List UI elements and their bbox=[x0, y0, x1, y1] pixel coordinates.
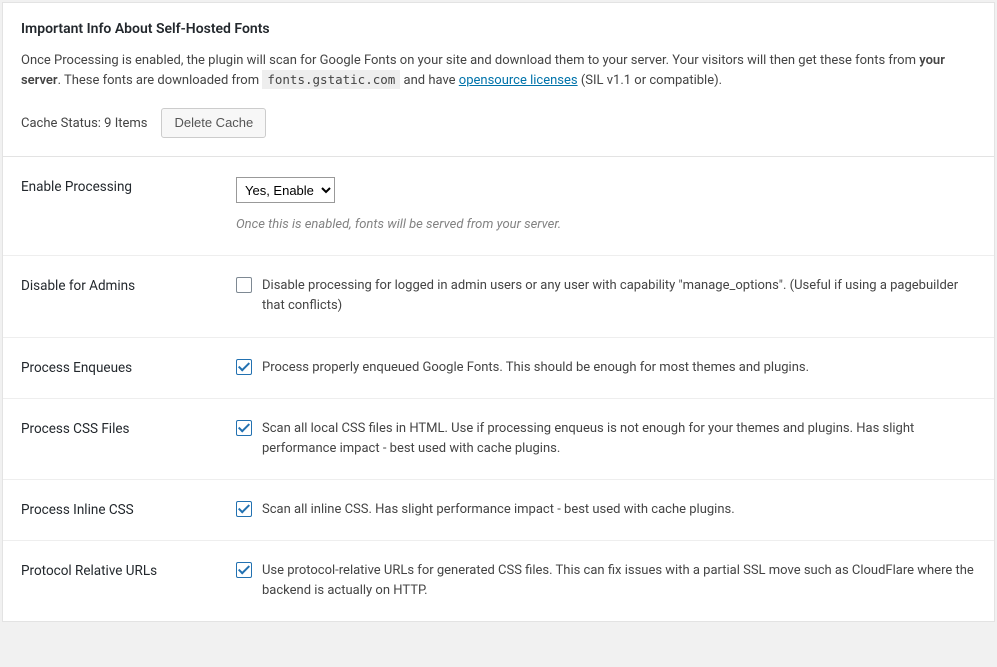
process-enqueues-checkbox[interactable] bbox=[236, 359, 252, 375]
disable-admins-checkbox[interactable] bbox=[236, 277, 252, 293]
label-process-enqueues: Process Enqueues bbox=[21, 358, 236, 376]
settings-panel: Important Info About Self-Hosted Fonts O… bbox=[2, 2, 995, 622]
settings-list: Enable Processing Yes, Enable Once this … bbox=[3, 157, 994, 621]
process-enqueues-desc: Process properly enqueued Google Fonts. … bbox=[262, 358, 976, 378]
label-enable-processing: Enable Processing bbox=[21, 177, 236, 195]
enable-processing-select[interactable]: Yes, Enable bbox=[236, 177, 335, 203]
process-css-files-checkbox[interactable] bbox=[236, 420, 252, 436]
process-inline-css-desc: Scan all inline CSS. Has slight performa… bbox=[262, 500, 976, 520]
enable-processing-helper: Once this is enabled, fonts will be serv… bbox=[236, 215, 976, 235]
process-css-files-desc: Scan all local CSS files in HTML. Use if… bbox=[262, 419, 976, 459]
opensource-licenses-link[interactable]: opensource licenses bbox=[459, 73, 578, 88]
label-disable-admins: Disable for Admins bbox=[21, 276, 236, 294]
cache-status: Cache Status: 9 Items bbox=[21, 116, 147, 131]
row-disable-admins: Disable for Admins Disable processing fo… bbox=[3, 256, 994, 337]
protocol-relative-checkbox[interactable] bbox=[236, 562, 252, 578]
info-title: Important Info About Self-Hosted Fonts bbox=[21, 21, 976, 37]
row-enable-processing: Enable Processing Yes, Enable Once this … bbox=[3, 157, 994, 256]
label-process-inline-css: Process Inline CSS bbox=[21, 500, 236, 518]
info-box: Important Info About Self-Hosted Fonts O… bbox=[3, 3, 994, 157]
row-protocol-relative: Protocol Relative URLs Use protocol-rela… bbox=[3, 541, 994, 621]
protocol-relative-desc: Use protocol-relative URLs for generated… bbox=[262, 561, 976, 601]
process-inline-css-checkbox[interactable] bbox=[236, 501, 252, 517]
delete-cache-button[interactable]: Delete Cache bbox=[161, 108, 266, 138]
code-domain: fonts.gstatic.com bbox=[262, 70, 400, 89]
row-process-css-files: Process CSS Files Scan all local CSS fil… bbox=[3, 399, 994, 480]
info-description: Once Processing is enabled, the plugin w… bbox=[21, 51, 976, 90]
disable-admins-desc: Disable processing for logged in admin u… bbox=[262, 276, 976, 316]
label-process-css-files: Process CSS Files bbox=[21, 419, 236, 437]
row-process-inline-css: Process Inline CSS Scan all inline CSS. … bbox=[3, 480, 994, 541]
row-process-enqueues: Process Enqueues Process properly enqueu… bbox=[3, 338, 994, 399]
label-protocol-relative: Protocol Relative URLs bbox=[21, 561, 236, 579]
